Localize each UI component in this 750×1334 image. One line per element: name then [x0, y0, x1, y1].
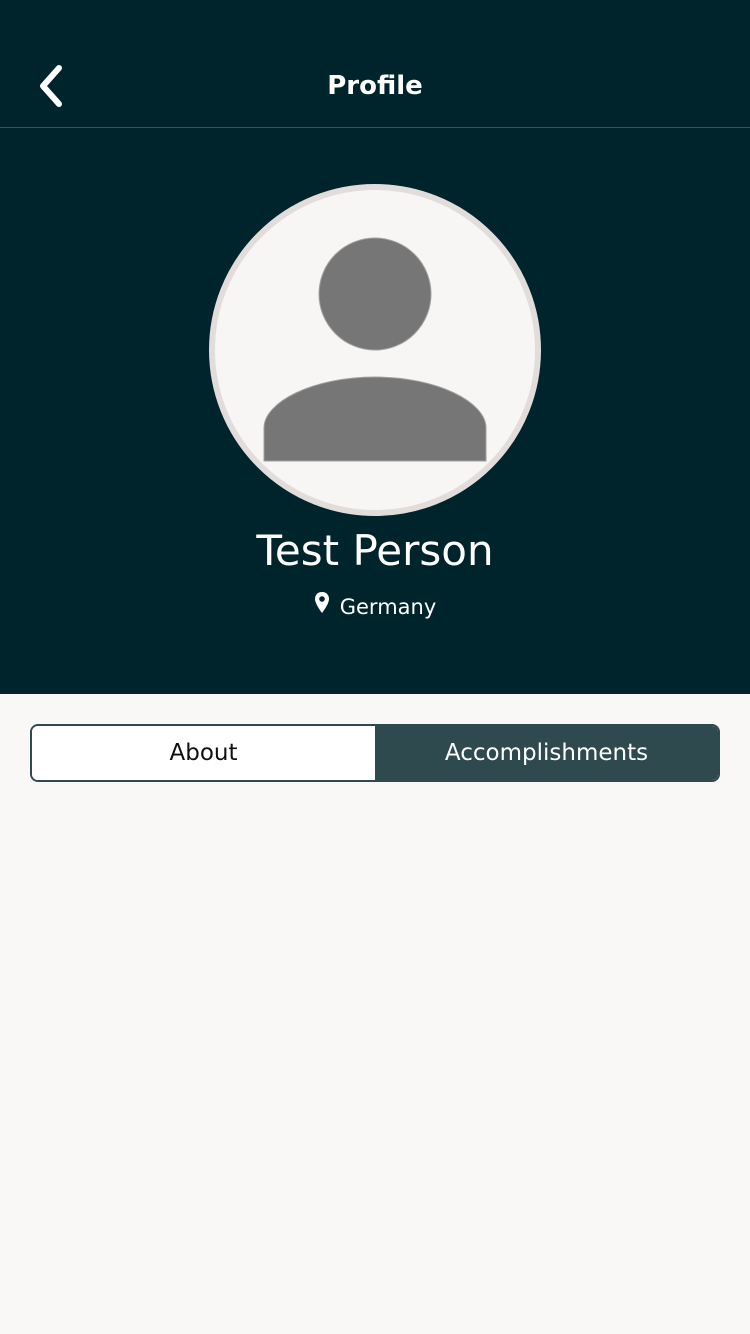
location-label: Germany — [339, 595, 437, 619]
profile-screen: Profile Test Person Germany About Accomp… — [0, 0, 750, 1334]
avatar — [209, 184, 541, 516]
tab-accomplishments[interactable]: Accomplishments — [375, 726, 718, 780]
map-pin-icon — [314, 591, 330, 615]
page-title: Profile — [327, 71, 423, 101]
profile-tabs: About Accomplishments — [30, 724, 720, 782]
profile-header: Profile Test Person Germany — [0, 0, 750, 694]
navigation-bar: Profile — [0, 0, 750, 128]
tab-content-area — [0, 800, 750, 1334]
profile-name: Test Person — [256, 526, 494, 575]
tab-about[interactable]: About — [32, 726, 375, 780]
profile-location: Germany — [0, 592, 750, 622]
